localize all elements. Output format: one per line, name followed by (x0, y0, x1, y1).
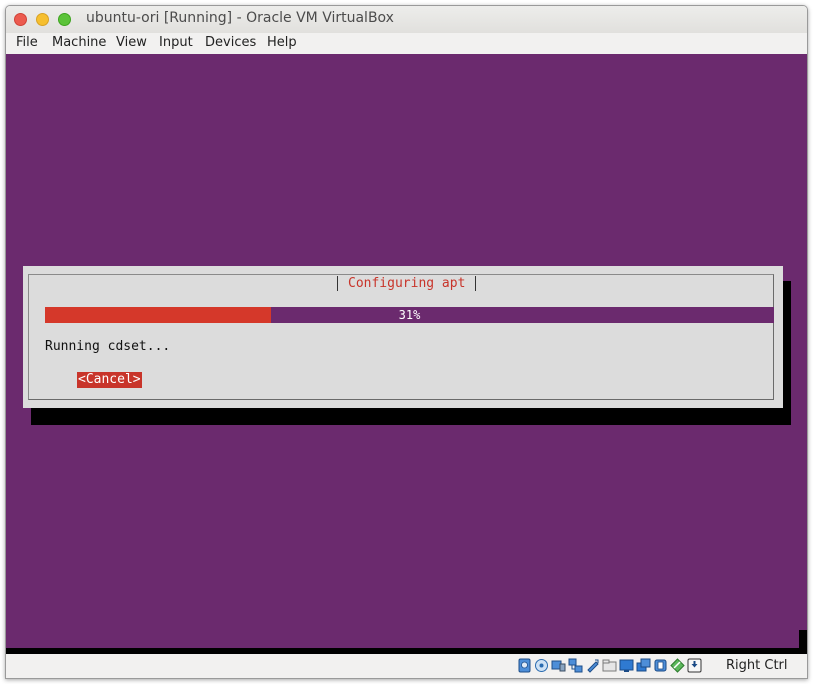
progress-bar: 31% (45, 307, 774, 323)
status-icons (517, 658, 702, 674)
mouse-integration-icon[interactable] (670, 658, 685, 673)
menu-view[interactable]: View (116, 35, 147, 50)
maximize-window-button[interactable] (58, 13, 71, 26)
dialog-title: Configuring apt (337, 276, 477, 291)
title-bar[interactable]: ubuntu-ori [Running] - Oracle VM Virtual… (6, 6, 807, 33)
network-icon[interactable] (568, 658, 583, 673)
minimize-window-button[interactable] (36, 13, 49, 26)
status-bar: Right Ctrl (6, 654, 807, 678)
video-capture-icon[interactable] (636, 658, 651, 673)
menu-help[interactable]: Help (267, 35, 297, 50)
status-message: Running cdset... (45, 339, 171, 354)
close-window-button[interactable] (14, 13, 27, 26)
cpu-icon[interactable] (653, 658, 668, 673)
installer-dialog: Configuring apt 31% Running cdset... <Ca… (23, 266, 783, 408)
menu-file[interactable]: File (16, 35, 38, 50)
menu-machine[interactable]: Machine (52, 35, 106, 50)
dialog-frame: Configuring apt 31% Running cdset... <Ca… (28, 274, 774, 400)
vm-display[interactable]: Configuring apt 31% Running cdset... <Ca… (6, 54, 807, 648)
keyboard-icon[interactable] (687, 658, 702, 673)
progress-percent: 31% (398, 308, 421, 322)
display-icon[interactable] (619, 658, 634, 673)
cancel-button[interactable]: <Cancel> (77, 372, 142, 388)
hard-disk-icon[interactable] (517, 658, 532, 673)
optical-drive-icon[interactable] (534, 658, 549, 673)
virtualbox-window: ubuntu-ori [Running] - Oracle VM Virtual… (5, 5, 808, 679)
usb-icon[interactable] (585, 658, 600, 673)
window-title: ubuntu-ori [Running] - Oracle VM Virtual… (86, 10, 394, 26)
host-key-label: Right Ctrl (726, 658, 788, 673)
shared-folders-icon[interactable] (602, 658, 617, 673)
screen-edge (799, 630, 807, 648)
menu-input[interactable]: Input (159, 35, 193, 50)
audio-icon[interactable] (551, 658, 566, 673)
menu-bar: File Machine View Input Devices Help (6, 33, 807, 55)
menu-devices[interactable]: Devices (205, 35, 256, 50)
